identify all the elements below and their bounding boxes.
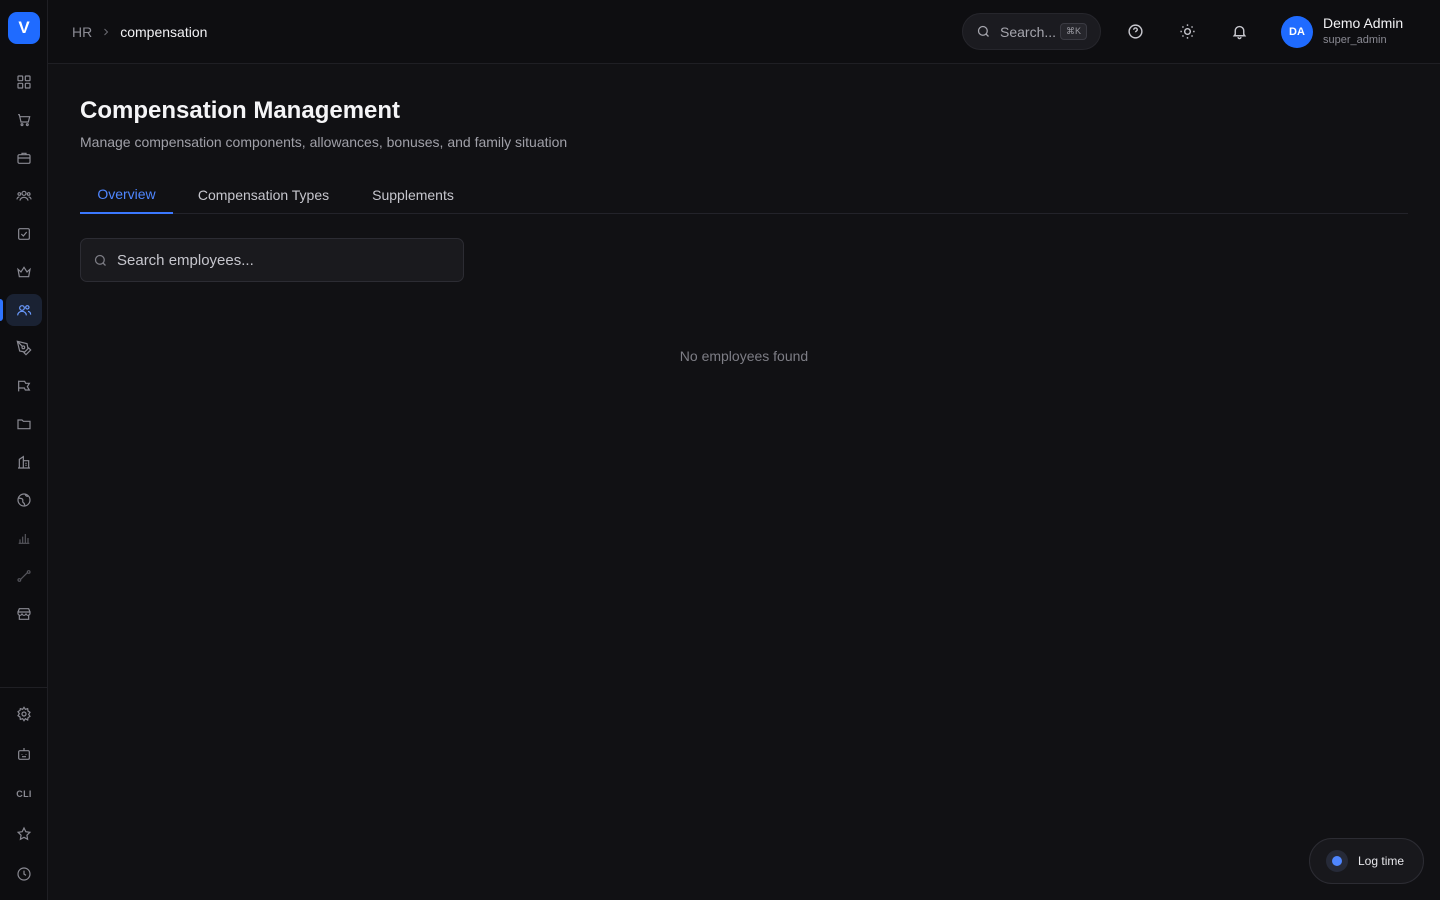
clock-icon <box>17 867 31 881</box>
pen-tool-icon <box>16 340 32 356</box>
global-search-label: Search... <box>1000 23 1057 40</box>
crown-icon <box>17 266 31 278</box>
building-icon <box>18 455 30 469</box>
help-button[interactable] <box>1124 20 1146 42</box>
theme-toggle-button[interactable] <box>1176 20 1198 42</box>
sidebar-item-company[interactable] <box>6 446 42 478</box>
help-circle-icon <box>1127 23 1143 39</box>
user-role: super_admin <box>1323 34 1387 46</box>
sidebar-divider <box>0 687 47 688</box>
sun-icon <box>1179 23 1195 39</box>
page-subtitle: Manage compensation components, allowanc… <box>80 134 568 150</box>
sidebar-item-design[interactable] <box>6 332 42 364</box>
sidebar-item-store[interactable] <box>6 598 42 630</box>
employee-search-box <box>80 238 464 282</box>
tab-supplements[interactable]: Supplements <box>365 176 461 214</box>
log-time-label: Log time <box>1358 854 1405 868</box>
empty-state-message: No employees found <box>679 348 809 364</box>
sidebar-item-leadership[interactable] <box>6 256 42 288</box>
cli-icon: CLI <box>16 789 32 799</box>
briefcase-icon <box>17 152 31 164</box>
sidebar-item-tasks[interactable] <box>6 218 42 250</box>
search-icon <box>977 25 989 37</box>
sidebar-item-dashboard[interactable] <box>6 66 42 98</box>
breadcrumb-current: compensation <box>120 24 208 40</box>
user-name[interactable]: Demo Admin <box>1323 15 1403 31</box>
store-icon <box>17 608 31 620</box>
notifications-button[interactable] <box>1228 20 1250 42</box>
sidebar-item-hr[interactable] <box>6 294 42 326</box>
sidebar-item-cli[interactable]: CLI <box>6 778 42 810</box>
sidebar-item-web[interactable] <box>6 484 42 516</box>
team-icon <box>16 190 32 201</box>
sidebar-item-ai[interactable] <box>6 738 42 770</box>
app-logo[interactable]: V <box>8 12 40 44</box>
sidebar-item-team[interactable] <box>6 180 42 212</box>
megaphone-icon <box>18 380 31 392</box>
global-search-button[interactable]: Search... ⌘K <box>962 13 1101 50</box>
sidebar-item-history[interactable] <box>6 858 42 890</box>
sidebar-item-projects[interactable] <box>6 142 42 174</box>
log-time-button[interactable]: Log time <box>1309 838 1424 884</box>
users-icon <box>17 305 32 316</box>
sidebar-item-sales[interactable] <box>6 104 42 136</box>
sidebar-item-settings[interactable] <box>6 698 42 730</box>
sidebar-item-favorites[interactable] <box>6 818 42 850</box>
bar-chart-icon <box>18 534 30 544</box>
avatar[interactable]: DA <box>1281 16 1313 48</box>
sidebar-item-marketing[interactable] <box>6 370 42 402</box>
sidebar-item-analytics[interactable] <box>6 522 42 554</box>
dashboard-grid-icon <box>17 75 31 89</box>
settings-gear-icon <box>17 706 31 722</box>
sidebar: V CLI <box>0 0 48 900</box>
checkbox-icon <box>18 228 30 240</box>
sidebar-item-files[interactable] <box>6 408 42 440</box>
employee-search-input[interactable] <box>117 239 457 281</box>
tab-bar: Overview Compensation Types Supplements <box>80 176 1408 214</box>
breadcrumb: HR compensation <box>72 22 207 42</box>
tab-compensation-types[interactable]: Compensation Types <box>189 176 338 214</box>
shopping-cart-icon <box>18 114 31 127</box>
star-icon <box>16 826 32 841</box>
route-icon <box>17 570 31 582</box>
bell-icon <box>1232 25 1246 39</box>
folder-icon <box>17 419 31 430</box>
search-shortcut: ⌘K <box>1059 23 1087 40</box>
active-indicator <box>0 299 3 321</box>
breadcrumb-root[interactable]: HR <box>72 24 92 40</box>
chevron-right-icon <box>100 26 112 38</box>
page-title: Compensation Management <box>80 97 401 124</box>
tab-overview[interactable]: Overview <box>80 176 173 214</box>
timer-icon <box>1326 850 1348 872</box>
globe-icon <box>17 493 31 507</box>
search-icon <box>94 254 106 266</box>
robot-icon <box>18 748 30 760</box>
topbar: HR compensation Search... ⌘K DA Demo Adm… <box>48 0 1440 64</box>
sidebar-item-routes[interactable] <box>6 560 42 592</box>
